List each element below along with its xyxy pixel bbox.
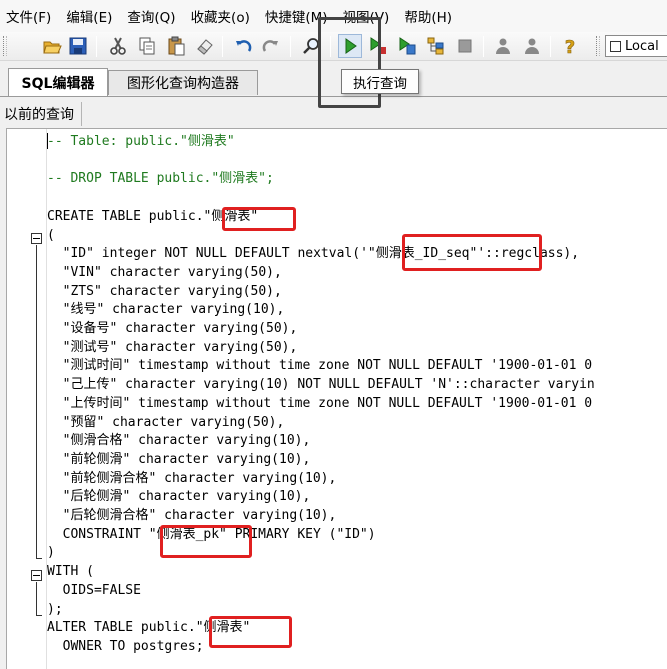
undo-icon [236, 40, 252, 52]
tab-graphical-query-builder[interactable]: 图形化查询构造器 [108, 70, 258, 95]
menu-favourites[interactable]: 收藏夹(o) [185, 6, 259, 26]
code-line: "己上传" character varying(10) NOT NULL DEF… [47, 377, 595, 393]
code-line: "后轮侧滑合格" character varying(10), [47, 508, 337, 523]
explain-button[interactable] [424, 34, 448, 58]
annotation-box-table-name [222, 207, 296, 231]
paste-button[interactable] [164, 34, 188, 58]
tab-sql-editor-label: SQL编辑器 [21, 75, 95, 92]
server-select[interactable]: Local [605, 35, 667, 57]
menu-edit[interactable]: 编辑(E) [60, 6, 121, 26]
fold-toggle-with[interactable] [31, 570, 42, 581]
play-script-icon [399, 37, 416, 55]
eraser-icon [197, 39, 213, 55]
toolbar-grip[interactable] [3, 36, 7, 56]
help-icon: ? [564, 37, 575, 56]
cut-icon [110, 37, 126, 55]
code-line: "测试时间" timestamp without time zone NOT N… [47, 358, 593, 374]
code-line: "测试号" character varying(50), [47, 339, 298, 355]
code-line: OWNER TO postgres; [47, 638, 204, 654]
clear-button[interactable] [193, 34, 217, 58]
code-line: ); [47, 601, 63, 617]
code-line: "线号" character varying(10), [47, 302, 285, 318]
open-file-button[interactable] [40, 34, 64, 58]
fold-margin [7, 129, 47, 669]
tab-sql-editor[interactable]: SQL编辑器 [8, 68, 108, 96]
menu-file[interactable]: 文件(F) [0, 6, 60, 26]
code-line: "设备号" character varying(50), [47, 321, 298, 336]
code-line: WITH ( [47, 564, 94, 580]
toolbar-grip-2[interactable] [596, 36, 600, 56]
person-icon [496, 38, 510, 54]
macro-button-1[interactable] [491, 34, 515, 58]
redo-button[interactable] [259, 34, 283, 58]
cancel-query-button[interactable] [453, 34, 477, 58]
code-line: "前轮侧滑" character varying(10), [47, 451, 311, 467]
save-icon [69, 37, 87, 55]
code-line: "VIN" character varying(50), [47, 264, 282, 280]
undo-button[interactable] [231, 34, 255, 58]
cut-button[interactable] [106, 34, 130, 58]
execute-pgscript-button[interactable] [395, 34, 419, 58]
copy-button[interactable] [135, 34, 159, 58]
code-line: "预留" character varying(50), [47, 414, 285, 430]
help-button[interactable]: ? [558, 34, 582, 58]
menu-help[interactable]: 帮助(H) [398, 6, 461, 26]
annotation-box-constraint-name [160, 525, 252, 558]
menu-query[interactable]: 查询(Q) [121, 6, 184, 26]
stop-icon [458, 39, 472, 53]
sql-editor[interactable]: -- Table: public."侧滑表" -- DROP TABLE publ… [6, 128, 667, 669]
macro-button-2[interactable] [520, 34, 544, 58]
fold-toggle-columns[interactable] [31, 233, 42, 244]
code-line: -- DROP TABLE public."侧滑表"; [47, 171, 274, 187]
svg-text:?: ? [565, 37, 575, 56]
code-line: "上传时间" timestamp without time zone NOT N… [47, 395, 593, 411]
explain-icon [427, 37, 444, 55]
code-line: -- Table: public."侧滑表" [47, 134, 235, 149]
annotation-box-execute-button [318, 17, 381, 108]
code-line: "ZTS" character varying(50), [47, 283, 282, 299]
code-line: "侧滑合格" character varying(10), [47, 433, 311, 449]
code-line: "后轮侧滑" character varying(10), [47, 489, 311, 505]
paste-icon [168, 36, 185, 56]
previous-queries-label: 以前的查询 [4, 107, 74, 123]
tab-graphical-query-builder-label: 图形化查询构造器 [127, 76, 239, 92]
code-line: ) [47, 545, 55, 561]
redo-icon [262, 40, 278, 52]
copy-icon [139, 37, 155, 55]
annotation-box-alter-table-name [209, 616, 292, 648]
server-label: Local [625, 38, 659, 54]
code-line: ( [47, 227, 55, 243]
save-file-button[interactable] [66, 34, 90, 58]
annotation-box-sequence-name [402, 234, 542, 271]
code-line: "前轮侧滑合格" character varying(10), [47, 470, 337, 486]
code-line: OIDS=FALSE [47, 582, 141, 598]
execute-query-tooltip: 执行查询 [341, 69, 419, 94]
folder-open-icon [43, 41, 62, 54]
person-icon [525, 38, 539, 54]
server-checkbox[interactable] [610, 40, 621, 52]
